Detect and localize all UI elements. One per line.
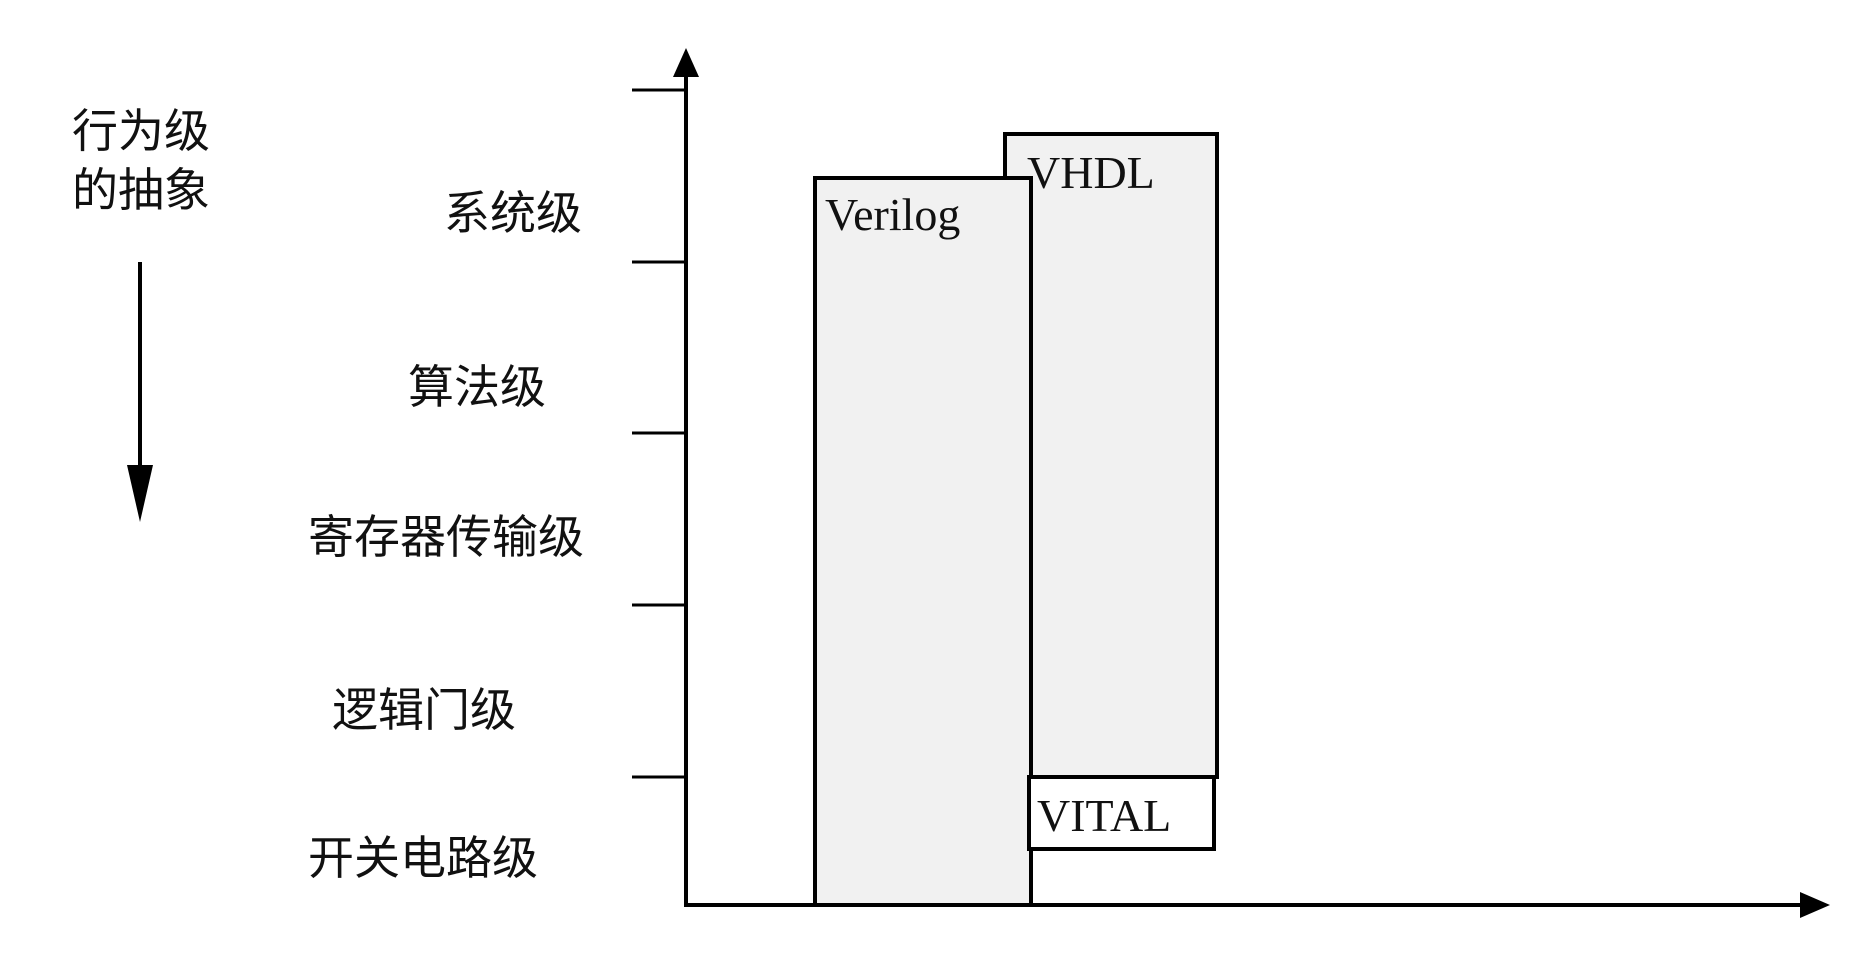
abstraction-arrow-icon xyxy=(127,262,153,522)
vhdl-box xyxy=(1003,132,1219,779)
level-ticks xyxy=(632,88,686,779)
diagram-canvas: 行为级 的抽象 系统级 算法级 寄存器传输级 逻辑门级 开关电路级 VHDL V… xyxy=(72,48,1830,918)
level-label-rtl: 寄存器传输级 xyxy=(308,510,584,564)
caption-line-2: 的抽象 xyxy=(72,163,210,217)
level-label-switch: 开关电路级 xyxy=(308,831,538,885)
level-label-algorithm: 算法级 xyxy=(408,360,546,414)
vhdl-label: VHDL xyxy=(1027,147,1155,198)
vital-label: VITAL xyxy=(1037,790,1171,841)
level-label-gate: 逻辑门级 xyxy=(332,683,516,737)
verilog-box xyxy=(813,176,1033,907)
level-label-system: 系统级 xyxy=(444,186,582,240)
caption-line-1: 行为级 xyxy=(72,104,210,158)
abstraction-diagram: 行为级 的抽象 系统级 算法级 寄存器传输级 逻辑门级 开关电路级 VHDL V… xyxy=(0,0,1873,974)
verilog-label: Verilog xyxy=(825,189,960,240)
